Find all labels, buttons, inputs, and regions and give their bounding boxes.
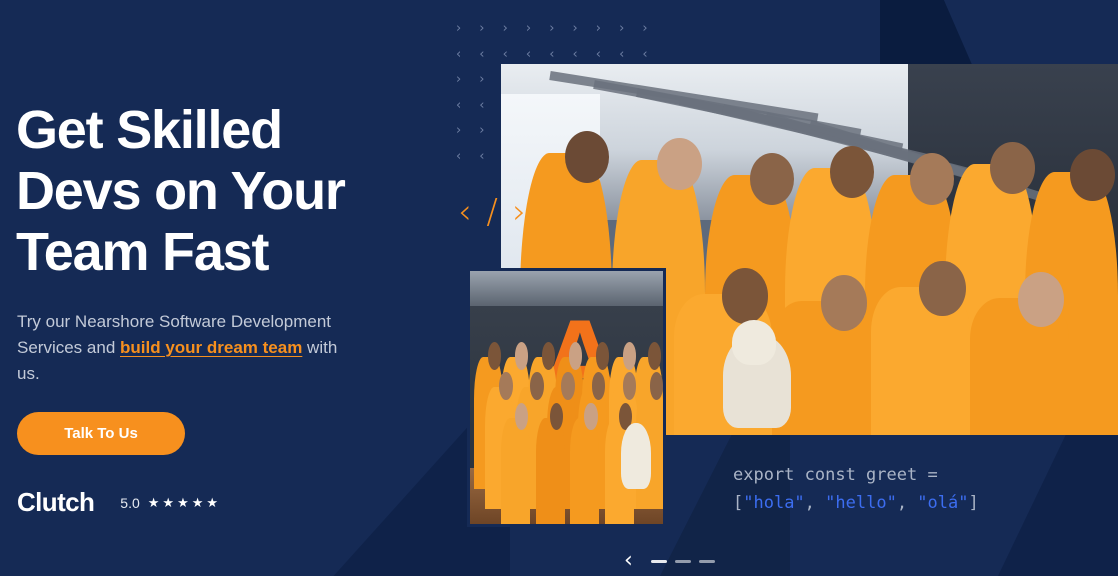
hero-subcopy: Try our Nearshore Software Development S… [17, 309, 347, 387]
code-line-1: export const greet = [733, 465, 938, 485]
carousel-indicator-dash[interactable] [698, 559, 715, 563]
photo-person-head [499, 372, 513, 401]
photo-person-head [829, 145, 875, 198]
photo-person-head [561, 372, 575, 401]
carousel-controls: ‹ [622, 550, 715, 572]
hero-photo-secondary: A [470, 271, 663, 524]
photo-person [535, 417, 565, 524]
photo-person-head [919, 260, 966, 317]
photo-person [500, 417, 530, 524]
photo-person-head [990, 141, 1035, 194]
photo-person-head [657, 138, 702, 191]
photo-person-head [622, 341, 637, 370]
chevron-glyph: › [479, 72, 485, 87]
decorative-wedge-bottom-right [998, 426, 1118, 576]
chevron-glyph: ‹ [456, 148, 462, 164]
photo-person-head [568, 341, 583, 370]
photo-person-head [541, 341, 556, 370]
chevron-glyph: › [479, 21, 485, 36]
code-string-hello: "hello" [825, 493, 897, 513]
carousel-indicator-dash[interactable] [674, 559, 691, 563]
chevron-glyph: › [642, 21, 648, 36]
code-close-bracket: ] [968, 493, 979, 513]
chevron-glyph: › [549, 21, 555, 36]
carousel-prev-icon[interactable]: ‹ [622, 550, 635, 572]
chevron-glyph: ‹ [479, 97, 485, 113]
code-string-ola: "olá" [917, 493, 969, 513]
chevron-glyph: › [456, 123, 462, 138]
chevron-glyph: › [502, 21, 508, 36]
code-brackets-icon: ‹ / › [458, 192, 529, 232]
hero-section: ›››››››››‹‹‹‹‹‹‹‹‹››‹‹››‹‹ A ‹ / › Get S… [0, 0, 1118, 576]
code-separator-1: , [804, 493, 826, 513]
chevron-glyph: › [595, 21, 601, 36]
chevron-glyph: ‹ [479, 46, 485, 62]
talk-to-us-button[interactable]: Talk To Us [17, 412, 185, 455]
chevron-glyph: › [456, 72, 462, 87]
photo-person [570, 417, 600, 524]
chevron-glyph: › [572, 21, 578, 36]
chevron-glyph: › [619, 21, 625, 36]
chevron-glyph: ‹ [456, 97, 462, 113]
clutch-rating: Clutch 5.0 ★★★★★ [17, 487, 221, 518]
code-string-hola: "hola" [743, 493, 805, 513]
photo-person-head [514, 341, 529, 370]
rating-score: 5.0 [120, 494, 140, 511]
photo-person-head [820, 275, 867, 332]
carousel-indicators [650, 559, 715, 563]
photo-person-head [595, 341, 610, 370]
photo-dog-head [732, 319, 776, 365]
chevron-glyph: ‹ [456, 46, 462, 62]
chevron-glyph: › [525, 21, 532, 36]
photo-person-head [749, 153, 795, 205]
photo-dog [620, 422, 652, 489]
carousel-indicator-dash[interactable] [650, 559, 667, 563]
code-open-bracket: [ [733, 493, 744, 513]
photo-person-head [584, 402, 598, 431]
code-separator-2: , [896, 493, 918, 513]
build-dream-team-link[interactable]: build your dream team [120, 338, 302, 357]
photo-person-head [649, 372, 663, 401]
clutch-logo: Clutch [17, 487, 95, 517]
photo-person-head [721, 268, 769, 324]
rating-stars-icon: ★★★★★ [147, 494, 222, 510]
page-title: Get Skilled Devs on Your Team Fast [16, 100, 346, 282]
photo-person-head [1070, 149, 1115, 202]
chevron-glyph: › [456, 21, 462, 36]
code-snippet: export const greet = ["hola", "hello", "o… [733, 461, 979, 517]
photo-person-head [530, 372, 544, 401]
photo-person-head [564, 130, 609, 183]
chevron-glyph: ‹ [479, 148, 485, 164]
code-line-2: ["hola", "hello", "olá"] [733, 489, 979, 517]
rating-value-group: 5.0 ★★★★★ [120, 495, 221, 511]
photo-person-head [549, 402, 564, 431]
photo-person-head [487, 341, 502, 370]
chevron-glyph: › [479, 123, 485, 138]
